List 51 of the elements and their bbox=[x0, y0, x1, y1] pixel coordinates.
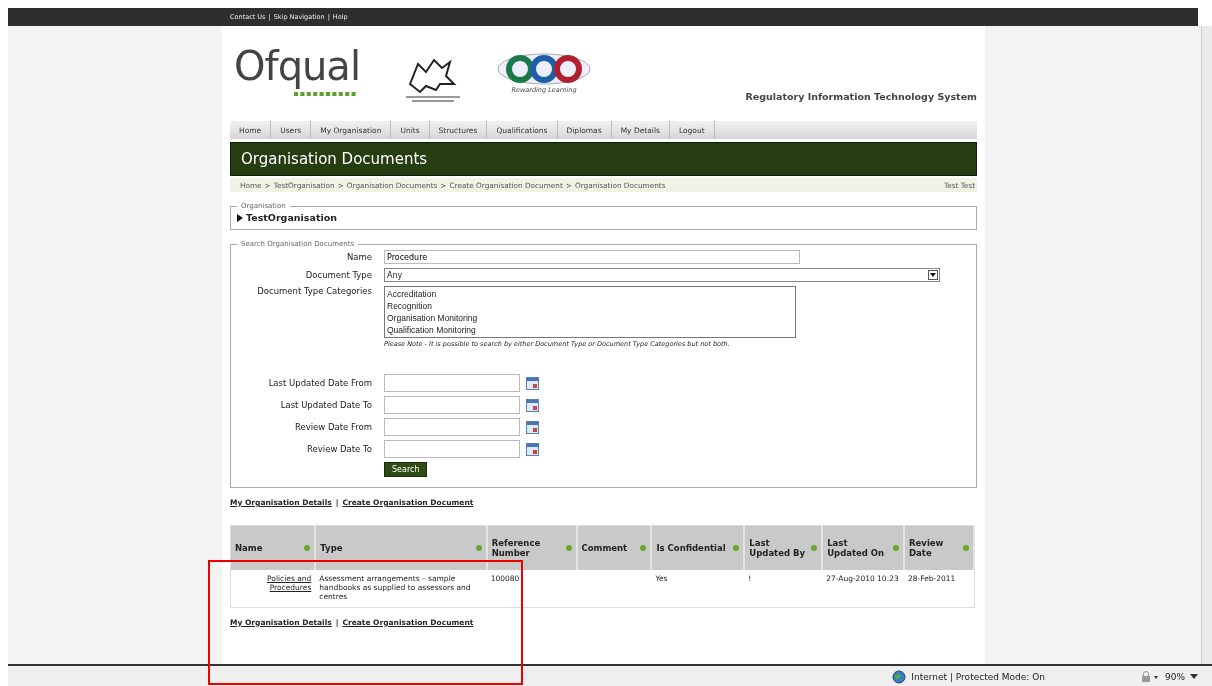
column-header[interactable]: Name bbox=[230, 525, 316, 570]
date-field[interactable] bbox=[384, 396, 520, 414]
column-header[interactable]: Last Updated By bbox=[744, 525, 823, 570]
list-option[interactable]: Accreditation bbox=[387, 288, 793, 300]
date-field[interactable] bbox=[384, 374, 520, 392]
field-label: Last Updated Date From bbox=[267, 378, 372, 388]
caret-icon bbox=[928, 270, 938, 280]
globe-icon bbox=[892, 670, 907, 684]
column-header[interactable]: Is Confidential bbox=[651, 525, 745, 570]
field-label: Review Date From bbox=[293, 422, 372, 432]
sort-icon bbox=[811, 544, 818, 551]
page-title: Organisation Documents bbox=[241, 150, 428, 168]
system-title: Regulatory Information Technology System bbox=[745, 91, 977, 102]
column-header[interactable]: Type bbox=[315, 525, 487, 570]
column-header[interactable]: Last Updated On bbox=[822, 525, 905, 570]
caret-icon[interactable] bbox=[1190, 674, 1198, 680]
security-zone: Internet | Protected Mode: On bbox=[911, 672, 1045, 682]
scrollbar[interactable] bbox=[1201, 26, 1212, 664]
field-label: Name bbox=[345, 252, 372, 262]
document-type-dropdown[interactable]: Any bbox=[384, 268, 940, 282]
field-label: Review Date To bbox=[306, 444, 372, 454]
sort-icon bbox=[304, 544, 311, 551]
date-field[interactable] bbox=[384, 440, 520, 458]
organisation-name[interactable]: TestOrganisation bbox=[246, 212, 337, 223]
calendar-icon[interactable] bbox=[526, 376, 539, 390]
sort-icon bbox=[733, 544, 740, 551]
date-field[interactable] bbox=[384, 418, 520, 436]
column-header[interactable]: Reference Number bbox=[486, 525, 577, 570]
list-option[interactable]: Recognition bbox=[387, 300, 793, 312]
categories-listbox[interactable]: Accreditation Recognition Organisation Monitoring Qualification Monitoring bbox=[384, 286, 796, 338]
search-button[interactable]: Search bbox=[384, 462, 428, 477]
sort-icon bbox=[475, 544, 482, 551]
field-label: Document Type bbox=[304, 270, 372, 280]
sort-icon bbox=[565, 544, 572, 551]
calendar-icon[interactable] bbox=[526, 420, 539, 434]
list-option[interactable]: Organisation Monitoring bbox=[387, 312, 793, 324]
sort-icon bbox=[640, 544, 647, 551]
field-label: Document Type Categories bbox=[256, 286, 372, 296]
calendar-icon[interactable] bbox=[526, 398, 539, 412]
sort-icon bbox=[893, 544, 900, 551]
name-field[interactable]: Procedure bbox=[384, 250, 800, 264]
sort-icon bbox=[963, 544, 969, 551]
calendar-icon[interactable] bbox=[526, 442, 539, 456]
column-header[interactable]: Review Date bbox=[904, 525, 974, 570]
lock-icon[interactable] bbox=[1140, 671, 1160, 683]
column-header[interactable]: Comment bbox=[576, 525, 652, 570]
dots-icon bbox=[294, 92, 358, 97]
list-option[interactable]: Qualification Monitoring bbox=[387, 324, 793, 336]
expand-arrow-icon[interactable] bbox=[237, 213, 243, 222]
zoom-level[interactable]: 90% bbox=[1165, 672, 1185, 682]
field-label: Last Updated Date To bbox=[279, 400, 372, 410]
